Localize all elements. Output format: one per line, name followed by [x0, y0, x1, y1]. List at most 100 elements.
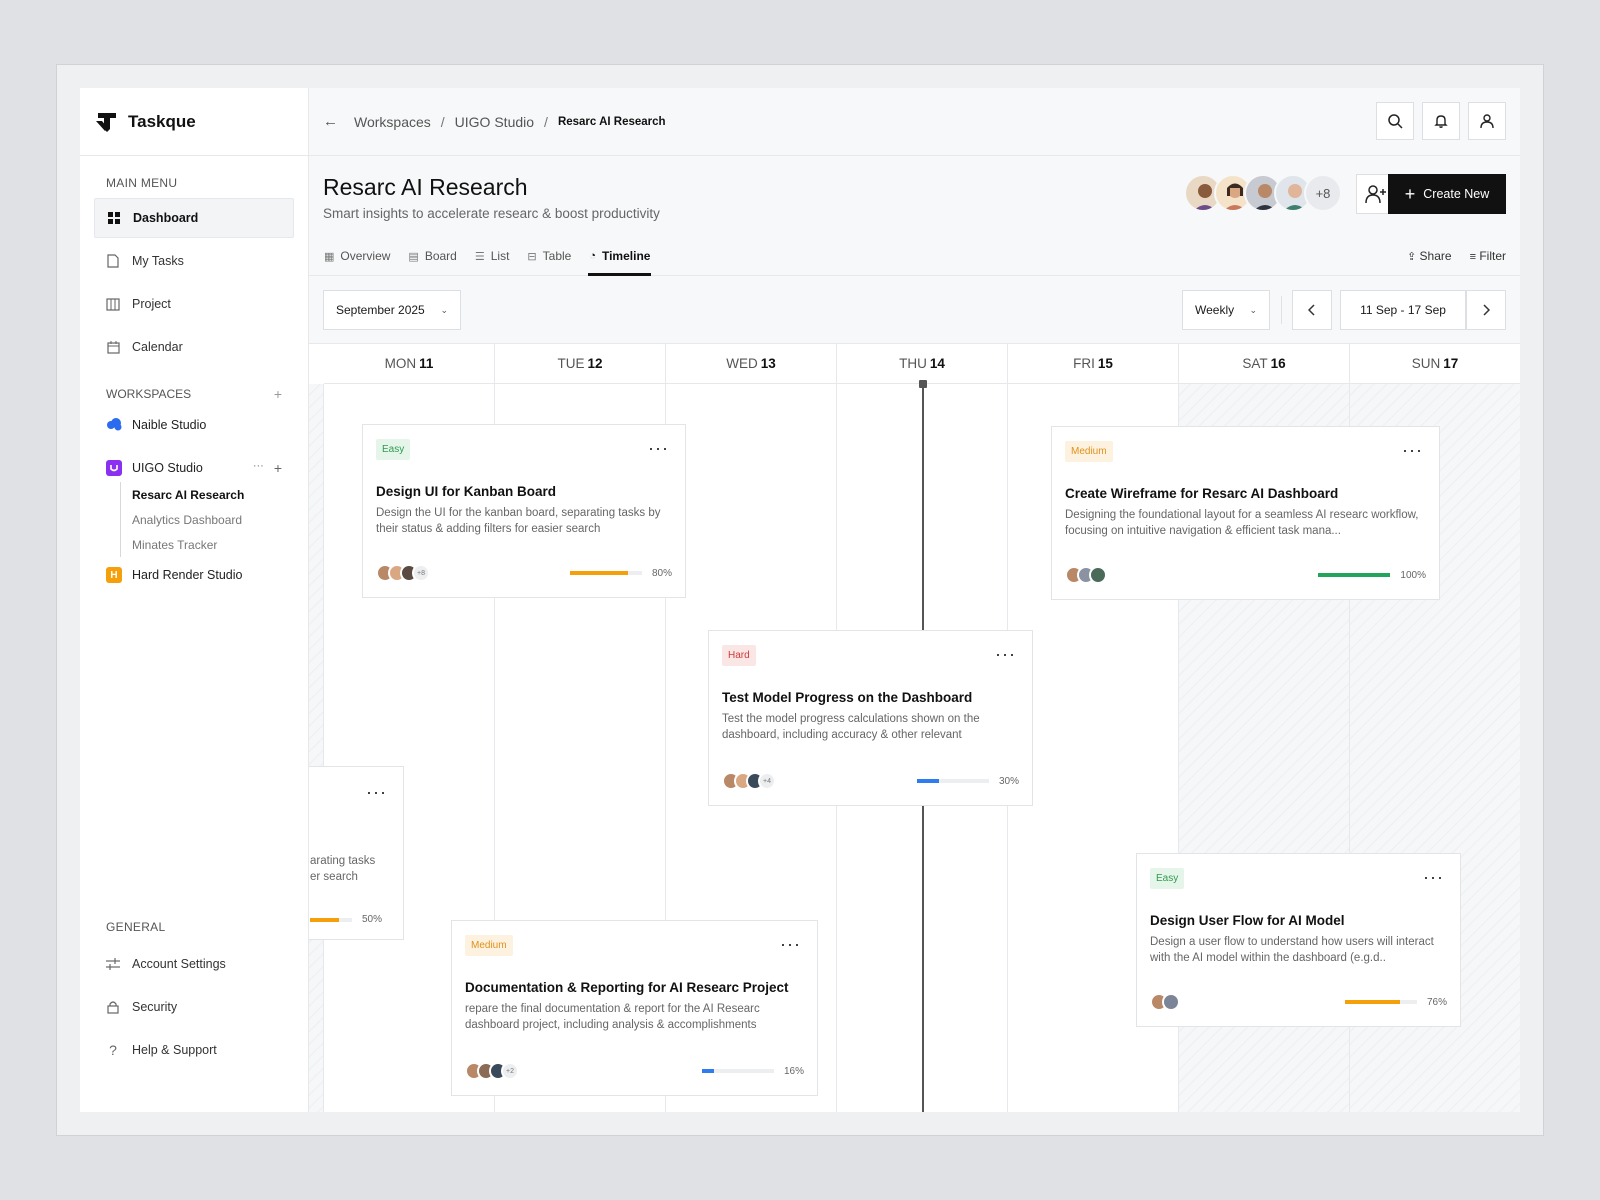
month-value: September 2025: [336, 303, 425, 317]
task-card-partial[interactable]: ··· arating tasks er search 50%: [309, 766, 404, 940]
user-icon: [1480, 114, 1494, 129]
difficulty-badge: Medium: [465, 935, 513, 956]
progress: 76%: [1344, 996, 1447, 1008]
progress-label: 100%: [1400, 569, 1426, 581]
view-select[interactable]: Weekly ⌄: [1182, 290, 1270, 330]
breadcrumb: ← Workspaces / UIGO Studio / Resarc AI R…: [309, 113, 666, 130]
breadcrumb-uigo[interactable]: UIGO Studio: [455, 114, 534, 130]
tab-table[interactable]: ⊟ Table: [526, 237, 572, 275]
task-title: Design User Flow for AI Model: [1150, 913, 1345, 928]
day-number: 12: [587, 356, 603, 371]
tab-overview[interactable]: ▦ Overview: [323, 237, 391, 275]
gutter: [309, 384, 324, 1112]
add-icon[interactable]: +: [274, 460, 282, 476]
top-actions: [1376, 102, 1506, 140]
more-icon[interactable]: ···: [253, 460, 264, 476]
progress-label: 76%: [1426, 996, 1447, 1008]
more-options-icon[interactable]: ···: [780, 935, 801, 953]
nav-help[interactable]: ? Help & Support: [94, 1030, 294, 1070]
nav-project[interactable]: Project: [94, 284, 294, 324]
app-name: Taskque: [128, 111, 196, 131]
add-workspace-icon[interactable]: +: [274, 386, 282, 402]
task-card[interactable]: Medium ··· Documentation & Reporting for…: [451, 920, 818, 1096]
date-range[interactable]: 11 Sep - 17 Sep: [1340, 290, 1466, 330]
progress: 30%: [916, 776, 1019, 787]
progress: 100%: [1318, 570, 1426, 581]
day-header: TUE 12: [495, 344, 666, 384]
task-card[interactable]: Easy ··· Design User Flow for AI Model D…: [1136, 853, 1461, 1027]
workspace-hard-render[interactable]: H Hard Render Studio: [80, 561, 308, 589]
create-new-button[interactable]: + Create New: [1388, 174, 1506, 214]
project-minates[interactable]: Minates Tracker: [121, 532, 308, 557]
task-card[interactable]: Easy ··· Design UI for Kanban Board Desi…: [362, 424, 686, 598]
nav-calendar[interactable]: Calendar: [94, 327, 294, 367]
timeline-grid: MON 11 TUE 12 WED 13 THU 14 FRI 15 SAT 16 SUN 1…: [309, 344, 1520, 1112]
progress: 16%: [701, 1066, 804, 1077]
tab-board[interactable]: ▤ Board: [407, 237, 457, 275]
profile-button[interactable]: [1468, 102, 1506, 140]
bell-icon: [1434, 115, 1448, 128]
nav-account-settings[interactable]: Account Settings: [94, 944, 294, 984]
search-button[interactable]: [1376, 102, 1414, 140]
day-number: 14: [929, 356, 945, 371]
more-options-icon[interactable]: ···: [366, 783, 387, 801]
general-label: GENERAL: [106, 920, 166, 934]
workspace-naible[interactable]: Naible Studio: [80, 411, 308, 439]
main-menu-label: MAIN MENU: [106, 176, 178, 190]
project-analytics[interactable]: Analytics Dashboard: [121, 507, 308, 532]
month-select[interactable]: September 2025 ⌄: [323, 290, 461, 330]
progress-track: [916, 779, 989, 783]
day-header: SUN 17: [1350, 344, 1520, 384]
breadcrumb-workspaces[interactable]: Workspaces: [354, 114, 431, 130]
share-button[interactable]: ⇪ Share: [1407, 249, 1452, 263]
task-title: Design UI for Kanban Board: [376, 484, 557, 499]
day-number: 17: [1443, 356, 1459, 371]
difficulty-badge: Hard: [722, 645, 756, 666]
tab-label: Board: [424, 249, 457, 263]
workspaces-label: WORKSPACES: [106, 387, 192, 401]
tab-timeline[interactable]: ◔ Timeline: [588, 237, 652, 276]
progress-track: [701, 1069, 774, 1073]
plus-icon: +: [1404, 184, 1416, 204]
task-card[interactable]: Medium ··· Create Wireframe for Resarc A…: [1051, 426, 1440, 600]
workspace-uigo[interactable]: UIGO Studio ··· +: [80, 454, 308, 482]
tab-label: Timeline: [601, 249, 651, 263]
more-options-icon[interactable]: ···: [648, 439, 669, 457]
board-icon: ▤: [408, 250, 419, 263]
workspace-label: Naible Studio: [132, 418, 207, 432]
notifications-button[interactable]: [1422, 102, 1460, 140]
avatar: [1162, 993, 1180, 1011]
task-title: Test Model Progress on the Dashboard: [722, 690, 973, 705]
filter-icon: ≡: [1469, 251, 1476, 263]
task-card[interactable]: Hard ··· Test Model Progress on the Dash…: [708, 630, 1033, 806]
project-resarc[interactable]: Resarc AI Research: [121, 482, 308, 507]
current-time-marker[interactable]: [919, 380, 927, 388]
logo[interactable]: Taskque: [80, 88, 308, 156]
more-options-icon[interactable]: ···: [1423, 868, 1444, 886]
nav-security[interactable]: Security: [94, 987, 294, 1027]
more-options-icon[interactable]: ···: [1402, 441, 1423, 459]
more-options-icon[interactable]: ···: [995, 645, 1016, 663]
task-description: Test the model progress calculations sho…: [722, 713, 980, 741]
avatar-more: +8: [412, 564, 430, 582]
progress-fill: [310, 917, 340, 922]
assignee-avatars: [1065, 566, 1107, 584]
timeline-icon: ◔: [589, 250, 596, 262]
nav-dashboard[interactable]: Dashboard: [94, 198, 294, 238]
chevron-left-icon: [1308, 304, 1315, 316]
member-avatars[interactable]: +8: [1184, 174, 1342, 212]
prev-week-button[interactable]: [1292, 290, 1332, 330]
sidebar: Taskque MAIN MENU Dashboard My Tasks Pro…: [80, 88, 309, 1112]
uigo-project-list: Resarc AI Research Analytics Dashboard M…: [120, 482, 308, 557]
share-icon: ⇪: [1406, 251, 1417, 263]
filter-button[interactable]: ≡ Filter: [1470, 249, 1506, 263]
progress: 80%: [569, 568, 672, 579]
day-number: 13: [760, 356, 776, 371]
breadcrumb-separator: /: [544, 113, 548, 130]
tab-list[interactable]: ☰ List: [474, 237, 511, 275]
next-week-button[interactable]: [1466, 290, 1506, 330]
day-name: SUN: [1411, 356, 1441, 371]
task-description: Designing the foundational layout for a …: [1065, 509, 1419, 537]
back-arrow-icon[interactable]: ←: [323, 113, 338, 130]
nav-my-tasks[interactable]: My Tasks: [94, 241, 294, 281]
